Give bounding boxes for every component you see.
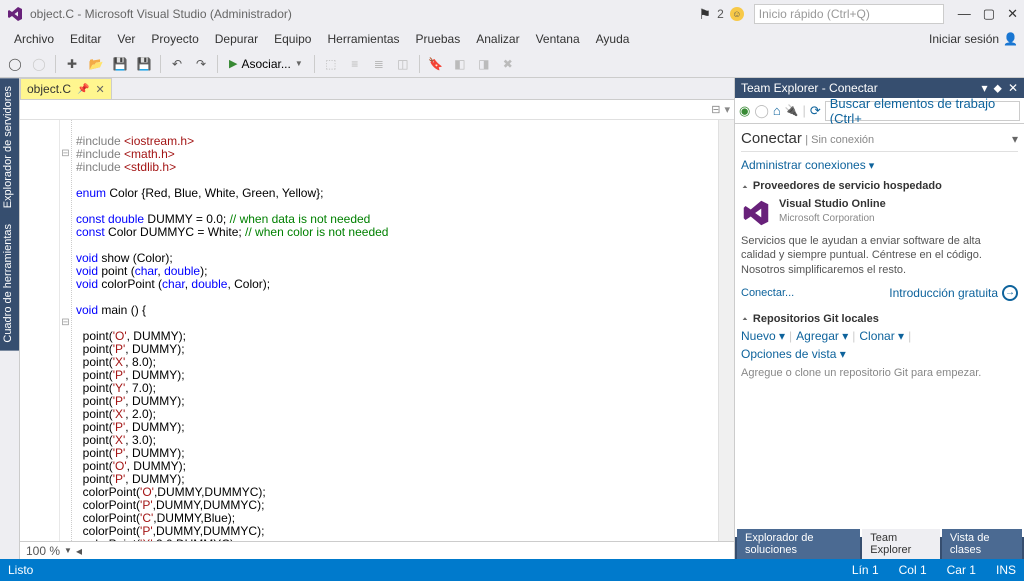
- split-icon[interactable]: ⊟: [711, 103, 720, 116]
- menu-equipo[interactable]: Equipo: [266, 30, 319, 48]
- te-back-icon[interactable]: ◉: [739, 103, 750, 119]
- undo-icon[interactable]: ↶: [166, 53, 188, 75]
- panel-close-icon[interactable]: ✕: [1008, 81, 1018, 96]
- solution-explorer-tab[interactable]: Explorador de soluciones: [737, 529, 860, 559]
- file-tab-object-c[interactable]: object.C 📌 ✕: [20, 78, 112, 99]
- team-header: Conectar: [741, 130, 802, 147]
- menu-proyecto[interactable]: Proyecto: [143, 30, 206, 48]
- dropdown-icon[interactable]: ▾: [724, 103, 730, 116]
- team-header-sub: Sin conexión: [811, 134, 874, 146]
- git-add-link[interactable]: Agregar ▾: [796, 329, 848, 343]
- nav-forward-icon[interactable]: ◯: [28, 53, 50, 75]
- connect-link[interactable]: Conectar...: [741, 287, 794, 299]
- nav-back-icon[interactable]: ◯: [4, 53, 26, 75]
- tb-icon-7[interactable]: ◨: [473, 53, 495, 75]
- minimize-button[interactable]: —: [958, 6, 971, 22]
- zoom-level[interactable]: 100 %: [26, 544, 60, 558]
- menu-ventana[interactable]: Ventana: [528, 30, 588, 48]
- menu-pruebas[interactable]: Pruebas: [408, 30, 469, 48]
- tb-icon-4[interactable]: ◫: [392, 53, 414, 75]
- status-ins: INS: [996, 563, 1016, 577]
- menu-ayuda[interactable]: Ayuda: [588, 30, 638, 48]
- vertical-scrollbar[interactable]: [718, 120, 734, 541]
- tab-close-icon[interactable]: ✕: [95, 83, 104, 96]
- vso-name: Visual Studio Online: [779, 198, 886, 210]
- flag-icon[interactable]: ⚑: [699, 6, 712, 23]
- git-hint: Agregue o clone un repositorio Git para …: [741, 367, 1018, 379]
- new-file-icon[interactable]: ✚: [61, 53, 83, 75]
- menu-bar: Archivo Editar Ver Proyecto Depurar Equi…: [0, 28, 1024, 50]
- vso-logo-icon: [741, 198, 771, 228]
- redo-icon[interactable]: ↷: [190, 53, 212, 75]
- feedback-icon[interactable]: ☺: [730, 7, 744, 21]
- tb-icon-2[interactable]: ≡: [344, 53, 366, 75]
- te-refresh-icon[interactable]: ⟳: [810, 103, 821, 119]
- git-clone-link[interactable]: Clonar ▾: [859, 329, 904, 343]
- window-title: object.C - Microsoft Visual Studio (Admi…: [30, 7, 699, 21]
- status-line: Lín 1: [852, 563, 879, 577]
- class-view-tab[interactable]: Vista de clases: [942, 529, 1022, 559]
- code-editor[interactable]: ⊟ ⊟ #include <iostream.h> #include <math…: [20, 120, 734, 541]
- te-connect-icon[interactable]: 🔌: [785, 104, 799, 117]
- menu-editar[interactable]: Editar: [62, 30, 109, 48]
- menu-ver[interactable]: Ver: [109, 30, 143, 48]
- team-explorer-tab[interactable]: Team Explorer: [862, 529, 940, 559]
- hosted-providers-header[interactable]: Proveedores de servicio hospedado: [741, 180, 1018, 192]
- vso-description: Servicios que le ayudan a enviar softwar…: [741, 234, 1018, 277]
- toolbox-tab[interactable]: Cuadro de herramientas: [0, 216, 19, 351]
- file-tab-label: object.C: [27, 82, 71, 96]
- start-debug-button[interactable]: ▶ Asociar... ▼: [223, 53, 309, 75]
- panel-pin-icon[interactable]: ⬥: [994, 81, 1002, 96]
- menu-archivo[interactable]: Archivo: [6, 30, 62, 48]
- panel-dropdown-icon[interactable]: ▾: [982, 81, 988, 96]
- main-toolbar: ◯ ◯ ✚ 📂 💾 💾 ↶ ↷ ▶ Asociar... ▼ ⬚ ≡ ≣ ◫ 🔖…: [0, 50, 1024, 78]
- intro-link[interactable]: Introducción gratuita →: [889, 285, 1018, 301]
- close-button[interactable]: ✕: [1007, 6, 1018, 22]
- save-all-icon[interactable]: 💾: [133, 53, 155, 75]
- notification-area: ⚑ 2 ☺: [699, 6, 744, 23]
- title-bar: object.C - Microsoft Visual Studio (Admi…: [0, 0, 1024, 28]
- status-car: Car 1: [947, 563, 976, 577]
- tb-icon-8[interactable]: ✖: [497, 53, 519, 75]
- notification-count: 2: [717, 7, 724, 21]
- save-icon[interactable]: 💾: [109, 53, 131, 75]
- manage-connections-link[interactable]: Administrar conexiones ▾: [741, 160, 874, 172]
- tb-icon-5[interactable]: 🔖: [425, 53, 447, 75]
- git-view-options-link[interactable]: Opciones de vista ▾: [741, 347, 846, 361]
- vso-org: Microsoft Corporation: [779, 213, 875, 224]
- git-new-link[interactable]: Nuevo ▾: [741, 329, 785, 343]
- te-forward-icon[interactable]: ◯: [754, 103, 769, 119]
- team-header-dropdown-icon[interactable]: ▾: [1012, 132, 1018, 146]
- status-bar: Listo Lín 1 Col 1 Car 1 INS: [0, 559, 1024, 581]
- play-icon: ▶: [229, 57, 237, 70]
- menu-depurar[interactable]: Depurar: [207, 30, 266, 48]
- pin-icon[interactable]: 📌: [77, 84, 89, 95]
- user-icon[interactable]: 👤: [1003, 32, 1018, 46]
- open-file-icon[interactable]: 📂: [85, 53, 107, 75]
- server-explorer-tab[interactable]: Explorador de servidores: [0, 78, 19, 216]
- tb-icon-6[interactable]: ◧: [449, 53, 471, 75]
- maximize-button[interactable]: ▢: [983, 6, 995, 22]
- quick-launch-input[interactable]: Inicio rápido (Ctrl+Q): [754, 4, 944, 24]
- arrow-right-icon: →: [1002, 285, 1018, 301]
- tb-icon-3[interactable]: ≣: [368, 53, 390, 75]
- vs-logo-icon: [6, 5, 24, 23]
- menu-herramientas[interactable]: Herramientas: [319, 30, 407, 48]
- te-home-icon[interactable]: ⌂: [773, 103, 781, 118]
- menu-analizar[interactable]: Analizar: [468, 30, 527, 48]
- login-link[interactable]: Iniciar sesión: [929, 32, 999, 46]
- team-search-input[interactable]: Buscar elementos de trabajo (Ctrl+: [825, 101, 1020, 121]
- status-col: Col 1: [899, 563, 927, 577]
- tb-icon-1[interactable]: ⬚: [320, 53, 342, 75]
- git-repos-header[interactable]: Repositorios Git locales: [741, 313, 1018, 325]
- status-ready: Listo: [8, 563, 33, 577]
